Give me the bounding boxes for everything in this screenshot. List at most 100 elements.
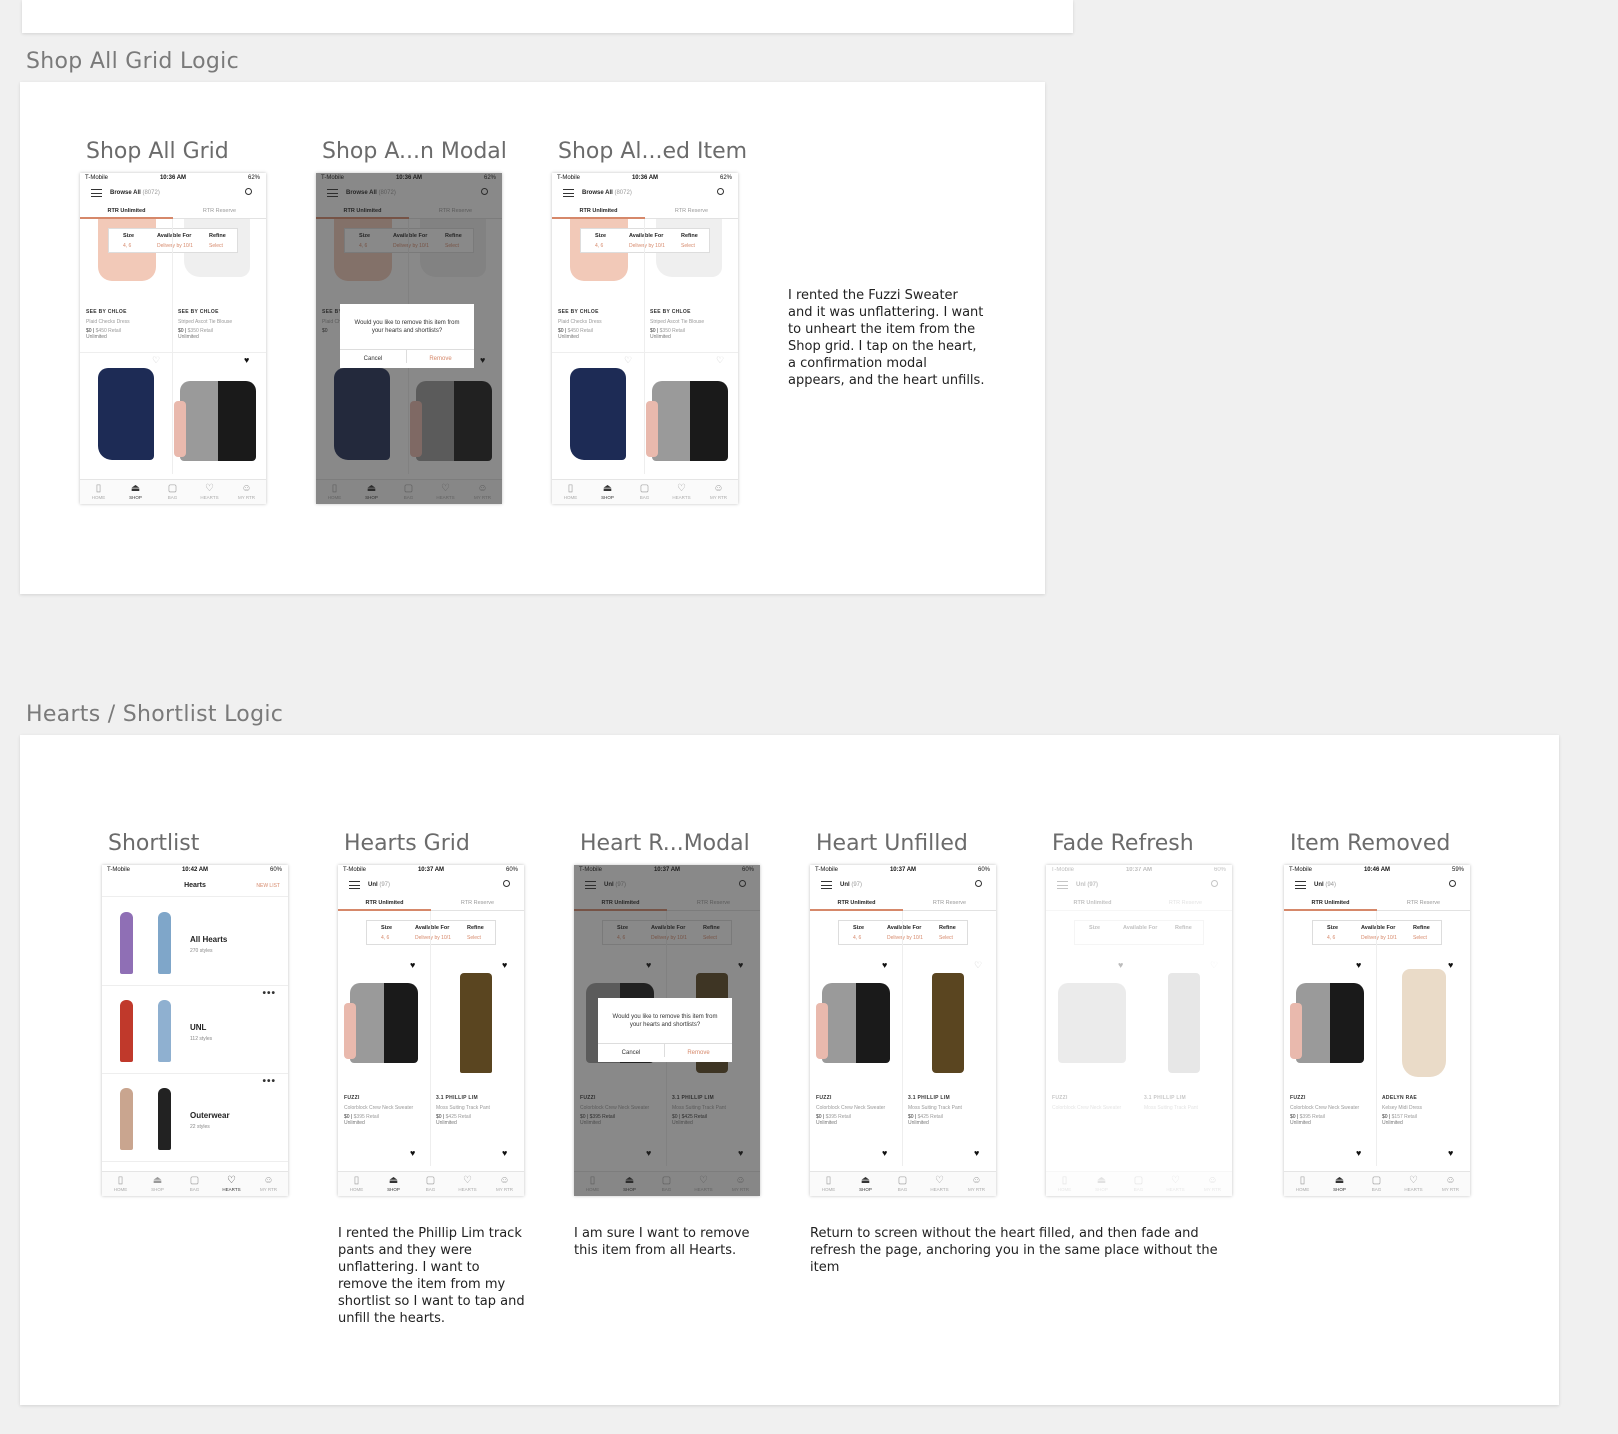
tab-rtr-unlimited[interactable]: RTR Unlimited xyxy=(338,900,431,906)
refresh-note: Return to screen without the heart fille… xyxy=(810,1226,1218,1275)
screen-title-heart-unfilled: Heart Unfilled xyxy=(816,831,968,856)
filter-size[interactable]: Size xyxy=(123,233,134,239)
phone-hearts-grid: T-Mobile 10:37 AM 60% Unl (97) RTR Unlimit… xyxy=(338,865,524,1196)
nav-title: Browse All xyxy=(110,190,141,196)
filter-refine[interactable]: Refine xyxy=(209,233,226,239)
tab-rtr-reserve[interactable]: RTR Reserve xyxy=(645,208,738,214)
screen-title-shop-modal: Shop A...n Modal xyxy=(322,139,507,164)
product-image[interactable] xyxy=(98,368,154,460)
heart-filled-icon[interactable]: ♥ xyxy=(410,1149,415,1158)
shop-scenario-note: I rented the Fuzzi Sweater and it was un… xyxy=(788,288,985,388)
search-icon[interactable] xyxy=(975,880,982,887)
more-options-icon[interactable]: ••• xyxy=(262,988,276,999)
tab-bar: ▯ HOME ⏏ SHOP ▢ BAG ♡ HEARTS ☺ MY RTR xyxy=(80,479,266,504)
heart-modal-note: I am sure I want to remove this item fro… xyxy=(574,1226,750,1258)
heart-outline-icon[interactable]: ♡ xyxy=(974,961,982,970)
phone-item-removed: T-Mobile 10:46 AM 59% Unl (94) RTR Unlimit… xyxy=(1284,865,1470,1196)
product-card[interactable]: SEE BY CHLOE Plaid Checks Dress $0 | $450… xyxy=(86,309,130,340)
tabbar-hearts[interactable]: ♡ HEARTS xyxy=(191,483,228,500)
section-title-hearts: Hearts / Shortlist Logic xyxy=(26,702,284,727)
tab-rtr-reserve[interactable]: RTR Reserve xyxy=(173,208,266,214)
section-title-shop: Shop All Grid Logic xyxy=(26,49,239,74)
tab-rtr-reserve[interactable]: RTR Reserve xyxy=(431,900,524,906)
screen-title-shop-grid: Shop All Grid xyxy=(86,139,229,164)
hamburger-menu-icon[interactable] xyxy=(821,881,832,889)
heart-outline-icon[interactable]: ♡ xyxy=(624,356,632,365)
screen-title-heart-modal: Heart R...Modal xyxy=(580,831,750,856)
filter-refine-value: Select xyxy=(209,243,223,249)
remove-button[interactable]: Remove xyxy=(407,356,474,362)
list-item-outerwear[interactable]: ••• Outerwear 22 styles xyxy=(102,1074,288,1162)
tab-rtr-reserve[interactable]: RTR Reserve xyxy=(1377,900,1470,906)
filter-size-value: 4, 6 xyxy=(123,243,132,249)
list-item-unl[interactable]: ••• UNL 112 styles xyxy=(102,986,288,1074)
heart-outline-icon[interactable]: ♡ xyxy=(152,356,160,365)
tabbar-bag[interactable]: ▢ BAG xyxy=(176,1175,213,1192)
hearts-grid-note: I rented the Phillip Lim track pants and… xyxy=(338,1226,525,1326)
filter-available[interactable]: Available For xyxy=(157,233,191,239)
hamburger-menu-icon[interactable] xyxy=(563,189,574,197)
product-image[interactable] xyxy=(1402,969,1446,1077)
phone-shortlist: T-Mobile 10:42 AM 60% Hearts NEW LIST All … xyxy=(102,865,288,1196)
search-icon[interactable] xyxy=(1449,880,1456,887)
tab-rtr-unlimited[interactable]: RTR Unlimited xyxy=(80,208,173,214)
screen-title-fade-refresh: Fade Refresh xyxy=(1052,831,1194,856)
cancel-button[interactable]: Cancel xyxy=(340,350,407,363)
hamburger-menu-icon xyxy=(1057,881,1068,889)
tabbar-shop[interactable]: ⏏ SHOP xyxy=(117,483,154,500)
phone-shop-grid: T-Mobile 10:36 AM 62% Browse All (8072) RT… xyxy=(80,173,266,504)
search-icon[interactable] xyxy=(717,188,724,195)
screen-title-shortlist: Shortlist xyxy=(108,831,200,856)
tab-rtr-unlimited[interactable]: RTR Unlimited xyxy=(810,900,903,906)
heart-filled-icon[interactable]: ♥ xyxy=(244,356,249,365)
screen-title-item-removed: Item Removed xyxy=(1290,831,1451,856)
screen-title-shop-removed: Shop Al...ed Item xyxy=(558,139,748,164)
heart-filled-icon[interactable]: ♥ xyxy=(410,961,415,970)
tab-rtr-unlimited[interactable]: RTR Unlimited xyxy=(1284,900,1377,906)
hamburger-menu-icon[interactable] xyxy=(349,881,360,889)
search-icon[interactable] xyxy=(503,880,510,887)
product-card[interactable]: SEE BY CHLOE Striped Ascot Tie Blouse $0 … xyxy=(178,309,232,340)
tabbar-home[interactable]: ▯ HOME xyxy=(80,483,117,500)
heart-filled-icon[interactable]: ♥ xyxy=(1448,961,1453,970)
product-image-part xyxy=(218,381,256,461)
list-item-all-hearts[interactable]: All Hearts 270 styles xyxy=(102,898,288,986)
filter-bar[interactable]: Size Available For Refine 4, 6 Delivery … xyxy=(108,228,238,253)
tabbar-shop[interactable]: ⏏ SHOP xyxy=(139,1175,176,1192)
previous-artboard xyxy=(22,0,1073,33)
screen-title-hearts-grid: Hearts Grid xyxy=(344,831,470,856)
tabbar-my-rtr[interactable]: ☺ MY RTR xyxy=(228,483,265,500)
heart-filled-icon[interactable]: ♥ xyxy=(1356,961,1361,970)
phone-shop-modal: T-Mobile10:36 AM62% Browse All (8072) RT… xyxy=(316,173,502,504)
product-image[interactable] xyxy=(460,973,492,1073)
tabbar-bag[interactable]: ▢ BAG xyxy=(154,483,191,500)
search-icon xyxy=(1211,880,1218,887)
tab-rtr-unlimited[interactable]: RTR Unlimited xyxy=(552,208,645,214)
hamburger-menu-icon[interactable] xyxy=(1295,881,1306,889)
nav-count: (8072) xyxy=(142,190,160,196)
modal-message: Would you like to remove this item from … xyxy=(612,1014,718,1028)
tabbar-home[interactable]: ▯ HOME xyxy=(102,1175,139,1192)
nav-bar: Browse All (8072) xyxy=(80,185,266,201)
tab-rtr-reserve[interactable]: RTR Reserve xyxy=(903,900,996,906)
modal-message: Would you like to remove this item from … xyxy=(354,320,460,334)
phone-heart-unfilled: T-Mobile 10:37 AM 60% Unl (97) RTR Unlimit… xyxy=(810,865,996,1196)
new-list-button[interactable]: NEW LIST xyxy=(256,883,280,889)
heart-outline-icon[interactable]: ♡ xyxy=(716,356,724,365)
tabbar-hearts[interactable]: ♡ HEARTS xyxy=(213,1175,250,1192)
heart-filled-icon[interactable]: ♥ xyxy=(882,961,887,970)
heart-filled-icon[interactable]: ♥ xyxy=(502,961,507,970)
search-icon[interactable] xyxy=(245,188,252,195)
hamburger-menu-icon[interactable] xyxy=(91,189,102,197)
more-options-icon[interactable]: ••• xyxy=(262,1076,276,1087)
heart-outline-icon: ♡ xyxy=(1210,960,1219,970)
tab-switcher: RTR Unlimited RTR Reserve xyxy=(80,205,266,219)
tabbar-my-rtr[interactable]: ☺ MY RTR xyxy=(250,1175,287,1192)
filter-available-value: Delivery by 10/1 xyxy=(157,243,193,249)
cancel-button[interactable]: Cancel xyxy=(598,1044,665,1057)
remove-confirmation-modal: Would you like to remove this item from … xyxy=(340,304,474,368)
remove-button[interactable]: Remove xyxy=(665,1050,732,1056)
phone-fade-refresh: T-Mobile 10:37 AM 60% Unl (97) RTR Unlimit… xyxy=(1046,865,1232,1196)
phone-heart-modal: T-Mobile10:37 AM60% Unl (97) RTR Unlimit… xyxy=(574,865,760,1196)
heart-filled-icon[interactable]: ♥ xyxy=(502,1149,507,1158)
